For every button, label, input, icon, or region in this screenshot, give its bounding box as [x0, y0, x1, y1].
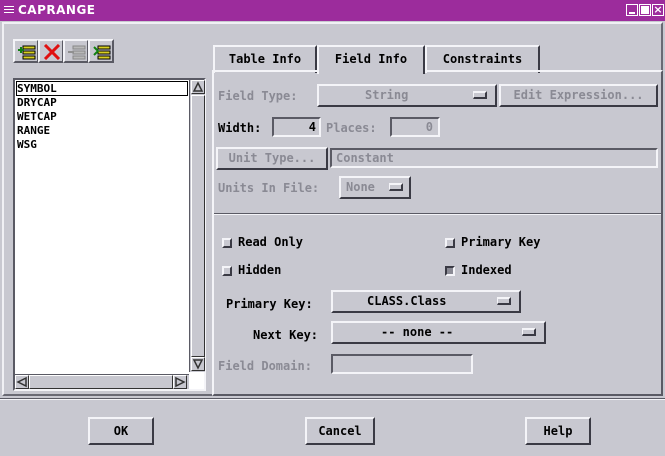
edit-fields-icon	[93, 45, 111, 60]
primary-key-checkbox[interactable]: Primary Key	[445, 235, 540, 249]
close-icon[interactable]: ×	[652, 4, 664, 16]
primary-key-check-label: Primary Key	[461, 235, 541, 249]
field-list[interactable]: SYMBOL DRYCAP WETCAP RANGE WSG	[13, 78, 206, 391]
list-item-wetcap[interactable]: WETCAP	[17, 110, 57, 123]
bottom-separator	[0, 398, 665, 400]
insert-field-icon	[68, 45, 86, 60]
read-only-checkbox[interactable]: Read Only	[222, 235, 303, 249]
option-menu-icon	[497, 297, 511, 305]
list-item-symbol[interactable]: SYMBOL	[16, 81, 188, 96]
units-in-file-value: None	[346, 180, 375, 194]
hidden-checkbox[interactable]: Hidden	[222, 263, 281, 277]
checkbox-checked-icon	[445, 266, 455, 276]
window-title: CAPRANGE	[18, 3, 96, 17]
places-label: Places:	[326, 121, 377, 135]
field-type-select[interactable]: String	[317, 84, 497, 107]
tab-field-info[interactable]: Field Info	[317, 45, 425, 74]
places-input[interactable]: 0	[390, 117, 440, 137]
next-key-label: Next Key:	[253, 328, 319, 342]
help-button[interactable]: Help	[525, 417, 591, 445]
maximize-icon[interactable]	[639, 4, 651, 16]
option-menu-icon	[389, 183, 403, 191]
edit-expression-button[interactable]: Edit Expression...	[499, 84, 658, 107]
tab-constraints[interactable]: Constraints	[425, 45, 540, 73]
primary-key-value: CLASS.Class	[367, 294, 447, 308]
list-item-range[interactable]: RANGE	[17, 124, 50, 137]
scroll-up-icon[interactable]	[191, 80, 205, 94]
insert-field-button[interactable]	[63, 39, 89, 63]
checkbox-icon	[445, 238, 455, 248]
horizontal-scroll-thumb[interactable]	[29, 375, 173, 389]
field-domain-input[interactable]	[331, 354, 473, 374]
option-menu-icon	[473, 91, 487, 99]
add-field-icon	[18, 45, 36, 60]
indexed-label: Indexed	[461, 263, 512, 277]
ok-button[interactable]: OK	[88, 417, 154, 445]
unit-type-button[interactable]: Unit Type...	[216, 147, 328, 170]
field-type-label: Field Type:	[218, 89, 298, 103]
separator	[214, 213, 661, 215]
scroll-right-icon[interactable]	[173, 375, 187, 389]
system-menu-icon[interactable]	[4, 6, 14, 13]
hidden-label: Hidden	[238, 263, 282, 277]
read-only-label: Read Only	[238, 235, 304, 249]
checkbox-icon	[222, 238, 232, 248]
scroll-left-icon[interactable]	[15, 375, 29, 389]
vertical-scrollbar[interactable]	[189, 80, 205, 372]
unit-type-field: Constant	[330, 148, 658, 168]
checkbox-icon	[222, 266, 232, 276]
delete-field-icon	[43, 44, 61, 60]
width-label: Width:	[218, 121, 262, 135]
option-menu-icon	[522, 328, 536, 336]
primary-key-label: Primary Key:	[226, 297, 313, 311]
delete-field-button[interactable]	[38, 39, 64, 63]
field-domain-label: Field Domain:	[218, 359, 312, 373]
add-field-button[interactable]	[13, 39, 39, 63]
tab-table-info[interactable]: Table Info	[213, 45, 317, 73]
minimize-icon[interactable]	[626, 4, 638, 16]
cancel-button[interactable]: Cancel	[305, 417, 375, 445]
width-input[interactable]: 4	[272, 117, 321, 137]
list-item-wsg[interactable]: WSG	[17, 138, 37, 151]
edit-fields-button[interactable]	[88, 39, 114, 63]
units-in-file-select[interactable]: None	[339, 176, 411, 199]
indexed-checkbox[interactable]: Indexed	[445, 263, 512, 277]
next-key-select[interactable]: -- none --	[331, 321, 546, 344]
next-key-value: -- none --	[381, 325, 454, 339]
scroll-down-icon[interactable]	[191, 357, 205, 371]
vertical-scroll-thumb[interactable]	[191, 95, 205, 357]
horizontal-scrollbar[interactable]	[15, 374, 189, 389]
field-type-value: String	[365, 88, 409, 102]
primary-key-select[interactable]: CLASS.Class	[331, 290, 521, 313]
list-item-drycap[interactable]: DRYCAP	[17, 96, 57, 109]
units-in-file-label: Units In File:	[218, 181, 320, 195]
title-bar[interactable]: CAPRANGE ×	[0, 0, 665, 21]
